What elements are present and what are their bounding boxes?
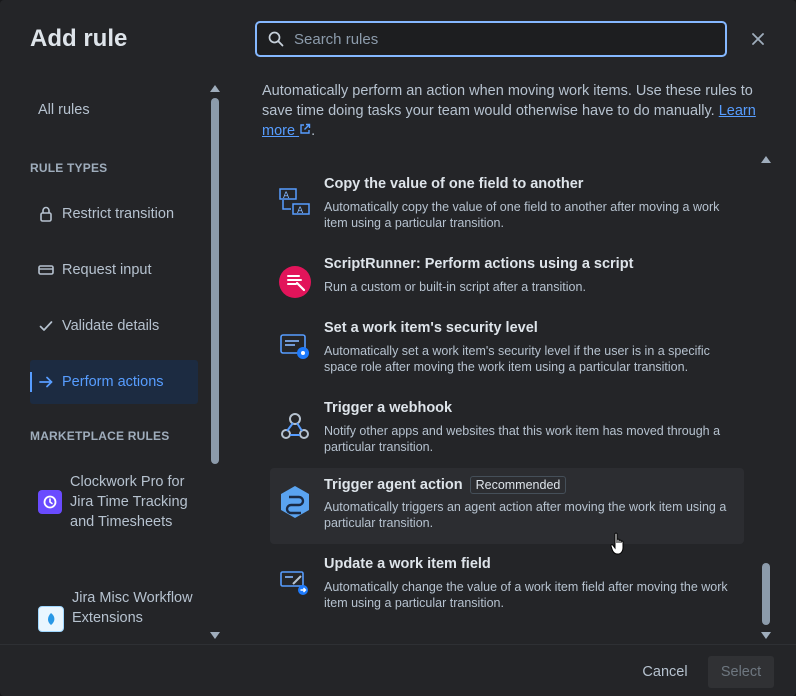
rules-scroll-up-arrow[interactable] [761, 156, 771, 163]
rule-title: Copy the value of one field to another [324, 176, 584, 192]
rule-description: Automatically copy the value of one fiel… [324, 200, 720, 230]
rule-title: ScriptRunner: Perform actions using a sc… [324, 256, 634, 272]
recommended-badge: Recommended [469, 476, 567, 494]
rule-option-copy-field[interactable]: AA Copy the value of one field to anothe… [270, 168, 744, 244]
rule-option-security-level[interactable]: Set a work item's security level Automat… [270, 312, 744, 388]
search-field[interactable] [255, 21, 727, 57]
svg-text:A: A [297, 206, 304, 216]
rule-types-heading: RULE TYPES [30, 161, 108, 175]
sidebar-item-clockwork[interactable]: Clockwork Pro for Jira Time Tracking and… [30, 472, 200, 532]
clockwork-logo-icon [38, 490, 62, 514]
sidebar-item-label: Request input [62, 262, 152, 278]
rule-option-agent-action[interactable]: Trigger agent action Recommended Automati… [270, 468, 744, 544]
rule-option-update-field[interactable]: Update a work item field Automatically c… [270, 548, 744, 624]
rules-description: Automatically perform an action when mov… [262, 81, 762, 141]
external-link-icon [300, 123, 311, 134]
jmwe-logo-icon [38, 606, 64, 632]
select-button[interactable]: Select [708, 656, 774, 688]
rule-title: Trigger agent action Recommended [324, 476, 567, 494]
sidebar-item-restrict-transition[interactable]: Restrict transition [30, 192, 198, 236]
update-field-icon [279, 566, 311, 598]
marketplace-heading: MARKETPLACE RULES [30, 429, 170, 443]
copy-field-icon: AA [279, 186, 311, 218]
close-button[interactable] [748, 29, 768, 49]
rule-description: Notify other apps and websites that this… [324, 424, 721, 454]
check-icon [38, 320, 54, 332]
rule-title: Update a work item field [324, 556, 491, 572]
sidebar-item-jmwe[interactable]: Jira Misc Workflow Extensions [30, 588, 200, 632]
sidebar-item-label: All rules [38, 102, 90, 118]
security-level-icon [279, 330, 311, 362]
sidebar-item-request-input[interactable]: Request input [30, 248, 198, 292]
search-icon [268, 31, 284, 47]
rule-description: Automatically change the value of a work… [324, 580, 728, 610]
search-input[interactable] [292, 29, 696, 49]
sidebar-item-label: Clockwork Pro for Jira Time Tracking and… [70, 474, 188, 530]
active-indicator [30, 372, 32, 392]
sidebar-item-label: Restrict transition [62, 206, 175, 222]
rule-description: Automatically triggers an agent action a… [324, 500, 727, 530]
hand-cursor-icon [610, 532, 624, 555]
input-icon [38, 264, 54, 276]
sidebar-scroll-down-arrow[interactable] [210, 632, 220, 639]
rules-scrollbar-thumb[interactable] [762, 563, 770, 625]
close-icon [752, 33, 764, 45]
sidebar-item-label: Perform actions [62, 374, 164, 390]
sidebar-scroll-up-arrow[interactable] [210, 85, 220, 92]
sidebar-item-perform-actions[interactable]: Perform actions [30, 360, 198, 404]
period: . [311, 123, 316, 139]
modal-title: Add rule [30, 25, 128, 52]
sidebar-item-label: Jira Misc Workflow Extensions [72, 590, 193, 626]
sidebar-scrollbar-thumb[interactable] [211, 98, 219, 464]
rule-description: Run a custom or built-in script after a … [324, 280, 586, 294]
lock-icon [38, 206, 54, 222]
description-text: Automatically perform an action when mov… [262, 83, 753, 119]
sidebar-item-label: Validate details [62, 318, 160, 334]
arrow-right-icon [38, 376, 54, 388]
rules-scroll-down-arrow[interactable] [761, 632, 771, 639]
sidebar-item-validate-details[interactable]: Validate details [30, 304, 198, 348]
rules-list: AA Copy the value of one field to anothe… [270, 160, 744, 640]
scriptrunner-icon [279, 266, 311, 298]
svg-text:A: A [283, 191, 290, 201]
add-rule-modal: Add rule All rules RULE TYPES Restrict t… [0, 0, 796, 696]
cancel-button[interactable]: Cancel [630, 656, 700, 688]
rule-title: Set a work item's security level [324, 320, 538, 336]
rule-title-text: Trigger agent action [324, 477, 463, 493]
rule-description: Automatically set a work item's security… [324, 344, 710, 374]
webhook-icon [279, 410, 311, 442]
sidebar-item-all-rules[interactable]: All rules [30, 88, 198, 132]
rule-title: Trigger a webhook [324, 400, 453, 416]
agent-icon [279, 486, 311, 518]
rule-option-webhook[interactable]: Trigger a webhook Notify other apps and … [270, 392, 744, 468]
